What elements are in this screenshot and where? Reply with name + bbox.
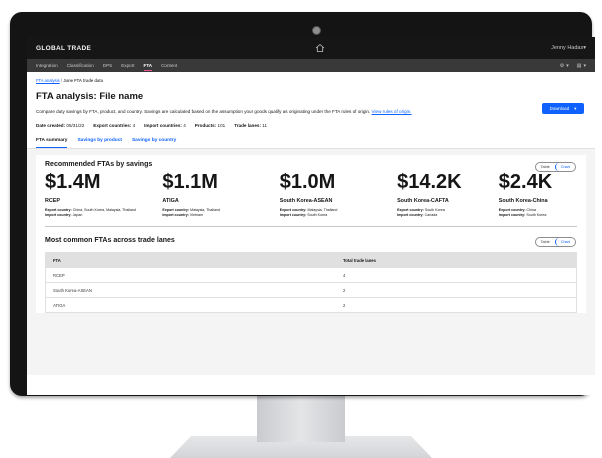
page-description: Compare duty savings by FTA, product, an… (36, 109, 586, 114)
app-header: GLOBAL TRADE Jenny Hadas▾ (27, 37, 595, 59)
meta-label: Trade lanes: (234, 123, 261, 128)
settings-icon: ⚙ (559, 62, 565, 69)
nav-item-content[interactable]: Content (161, 59, 177, 72)
file-metadata: Date created: 05/31/22 Export countries:… (36, 123, 586, 128)
recommended-ftas-card: Recommended FTAs by savings Table Chart … (36, 155, 586, 226)
fta-countries: Export country: Malaysia, Thailand Impor… (279, 208, 338, 217)
fta-countries: Export country: China Import country: So… (498, 208, 547, 217)
fta-name: ATIGA (162, 198, 179, 204)
fta-tile: $1.4M RCEP Export country: China, South … (45, 170, 162, 218)
breadcrumb: FTA analysis / June FTA trade data (36, 78, 586, 83)
fta-savings-amount: $1.4M (45, 171, 101, 193)
download-button[interactable]: Download ▾ (542, 103, 584, 114)
section-title: Recommended FTAs by savings (45, 161, 153, 168)
meta-value: 05/31/22 (66, 123, 85, 128)
tab-fta-summary[interactable]: FTA summary (36, 138, 68, 148)
camera-icon (312, 26, 321, 35)
column-header-fta[interactable]: FTA (46, 258, 343, 263)
chart-toggle-button[interactable]: Chart (554, 163, 575, 171)
user-name: Jenny Hadas (551, 45, 584, 51)
nav-item-fta[interactable]: FTA (143, 59, 152, 72)
table-cell-count: 2 (343, 287, 346, 293)
view-toggle: Table Chart (534, 237, 576, 247)
app-screen: GLOBAL TRADE Jenny Hadas▾ Integration Cl… (27, 37, 595, 395)
tab-savings-by-country[interactable]: Savings by country (132, 138, 176, 148)
home-icon[interactable] (315, 43, 325, 53)
table-row[interactable]: RCEP 4 (46, 267, 576, 282)
table-cell-fta: ATIGA (53, 302, 66, 308)
fta-tile: $14.2K South Korea-CAFTA Export country:… (397, 170, 499, 218)
section-title: Most common FTAs across trade lanes (45, 237, 175, 244)
fta-savings-amount: $1.1M (162, 171, 218, 193)
common-ftas-card: Most common FTAs across trade lanes Tabl… (36, 227, 586, 313)
app-title[interactable]: GLOBAL TRADE (36, 45, 91, 52)
apps-menu[interactable]: ▤ ▾ (577, 63, 586, 69)
meta-value: 101 (217, 123, 226, 128)
meta-label: Date created: (36, 123, 66, 128)
chevron-down-icon: ▾ (566, 62, 569, 69)
monitor-stand-neck (257, 392, 345, 442)
tab-panel: Recommended FTAs by savings Table Chart … (27, 149, 595, 375)
description-text: Compare duty savings by FTA, product, an… (36, 109, 371, 114)
chevron-down-icon: ▾ (574, 105, 577, 111)
column-header-total-trade-lanes[interactable]: Total trade lanes (343, 258, 576, 263)
meta-value: 4 (132, 123, 136, 128)
fta-countries: Export country: Malaysia, Thailand Impor… (162, 208, 221, 217)
fta-countries: Export country: China, South Korea, Mala… (45, 208, 137, 217)
breadcrumb-current: June FTA trade data (63, 78, 103, 83)
fta-savings-amount: $1.0M (279, 171, 336, 193)
fta-tile: $1.0M South Korea-ASEAN Export country: … (280, 170, 397, 218)
fta-name: South Korea-CAFTA (397, 198, 449, 204)
common-ftas-table: FTA Total trade lanes RCEP 4 South Korea… (45, 252, 577, 313)
fta-name: South Korea-ASEAN (279, 198, 333, 204)
fta-name: South Korea-China (498, 198, 548, 204)
nav-item-integration[interactable]: Integration (36, 59, 58, 72)
table-cell-fta: South Korea-ASEAN (53, 287, 92, 293)
table-row[interactable]: South Korea-ASEAN 2 (46, 282, 576, 297)
meta-value: 4 (183, 123, 186, 128)
chevron-down-icon: ▾ (583, 45, 586, 51)
table-row[interactable]: ATIGA 2 (46, 297, 576, 312)
rules-of-origin-link[interactable]: View rules of origin. (372, 109, 412, 114)
fta-summary-grid: $1.4M RCEP Export country: China, South … (45, 170, 577, 218)
chart-toggle-button[interactable]: Chart (554, 238, 575, 246)
nav-item-export[interactable]: Export (121, 59, 134, 72)
meta-label: Products: (194, 123, 217, 128)
table-cell-count: 4 (343, 272, 346, 278)
fta-tile: $2.4K South Korea-China Export country: … (499, 170, 577, 218)
tab-savings-by-product[interactable]: Savings by product (77, 138, 122, 148)
download-label: Download (549, 106, 570, 111)
meta-label: Import countries: (144, 123, 182, 128)
page-header: FTA analysis / June FTA trade data FTA a… (27, 72, 595, 149)
tab-list: FTA summary Savings by product Savings b… (36, 138, 586, 148)
table-cell-count: 2 (343, 302, 346, 308)
nav-item-classification[interactable]: Classification (67, 59, 94, 72)
table-toggle-button[interactable]: Table (536, 238, 555, 246)
monitor-bezel: GLOBAL TRADE Jenny Hadas▾ Integration Cl… (10, 12, 600, 408)
page-title: FTA analysis: File name (36, 91, 144, 102)
fta-name: RCEP (45, 198, 60, 204)
table-toggle-button[interactable]: Table (536, 163, 555, 171)
nav-item-dps[interactable]: DPS (103, 59, 112, 72)
view-toggle: Table Chart (534, 162, 576, 172)
apps-icon: ▤ (576, 62, 582, 69)
breadcrumb-separator: / (60, 78, 63, 83)
table-header-row: FTA Total trade lanes (46, 253, 576, 267)
user-menu[interactable]: Jenny Hadas▾ (551, 45, 586, 51)
chevron-down-icon: ▾ (583, 62, 586, 69)
main-nav: Integration Classification DPS Export FT… (27, 59, 595, 72)
fta-tile: $1.1M ATIGA Export country: Malaysia, Th… (162, 170, 279, 218)
fta-savings-amount: $14.2K (397, 171, 462, 193)
meta-label: Export countries: (93, 123, 132, 128)
settings-menu[interactable]: ⚙ ▾ (560, 63, 569, 69)
fta-countries: Export country: South Korea Import count… (397, 208, 445, 217)
breadcrumb-link-fta-analysis[interactable]: FTA analysis (36, 78, 60, 83)
table-cell-fta: RCEP (53, 272, 65, 278)
fta-savings-amount: $2.4K (498, 171, 553, 193)
meta-value: 11 (262, 123, 268, 128)
